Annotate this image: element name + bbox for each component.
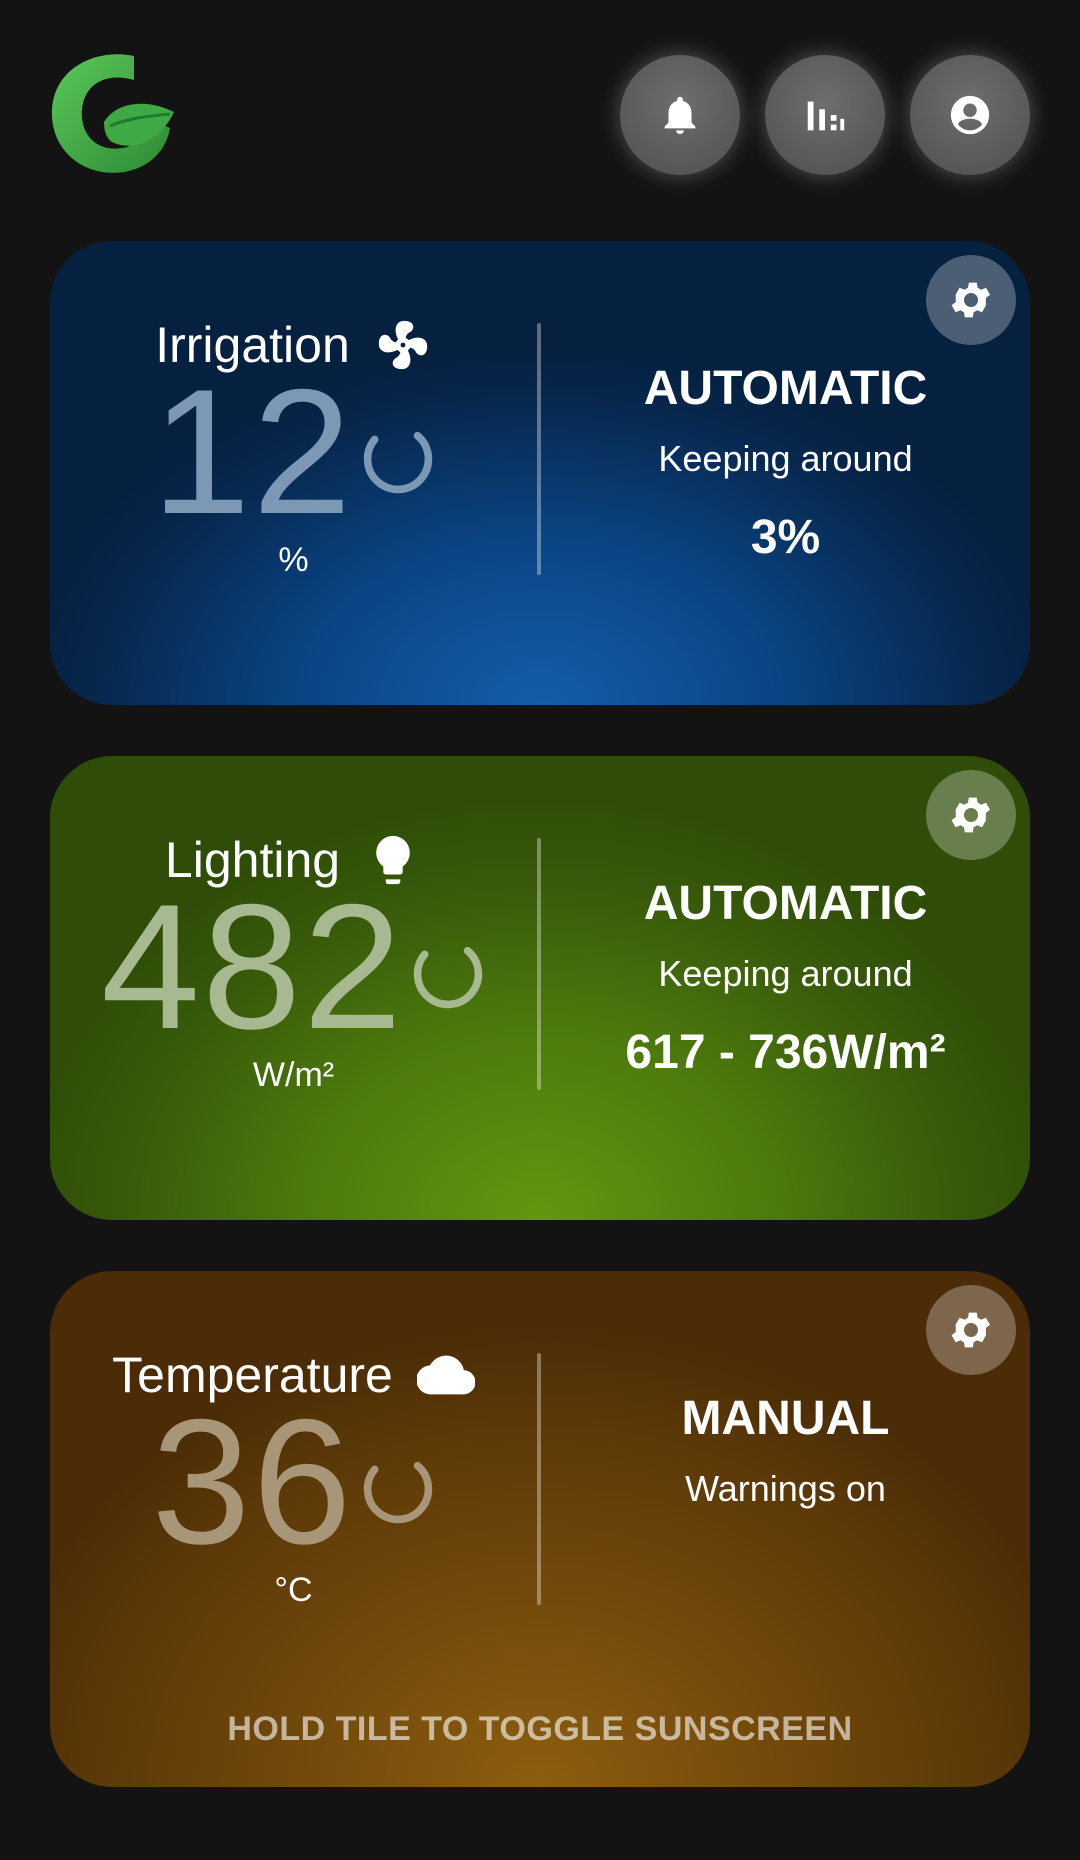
- lighting-tile[interactable]: Lighting 482 W/m² AUTOMATIC Keeping arou…: [50, 756, 1030, 1220]
- loading-spinner-icon: [363, 1461, 432, 1524]
- notifications-button[interactable]: [620, 55, 740, 175]
- loading-spinner-icon: [413, 946, 483, 1009]
- lighting-settings-button[interactable]: [926, 770, 1016, 860]
- temperature-settings-button[interactable]: [926, 1285, 1016, 1375]
- sunscreen-hint: HOLD TILE TO TOGGLE SUNSCREEN: [227, 1710, 853, 1748]
- temperature-unit: °C: [274, 1571, 313, 1609]
- irrigation-mode: AUTOMATIC: [643, 362, 928, 415]
- irrigation-target: 3%: [750, 511, 821, 564]
- temperature-mode: MANUAL: [681, 1392, 890, 1445]
- fan-icon: [378, 320, 427, 370]
- bar-chart-icon: [807, 101, 845, 131]
- irrigation-unit: %: [278, 541, 309, 579]
- lighting-mode-subtitle: Keeping around: [658, 953, 913, 994]
- irrigation-mode-panel: AUTOMATIC Keeping around 3%: [541, 361, 1030, 565]
- irrigation-reading: Irrigation 12 %: [50, 313, 537, 580]
- temperature-tile[interactable]: Temperature 36 °C MANUAL Warnings on HOL…: [50, 1271, 1030, 1787]
- irrigation-value: 12: [151, 352, 354, 551]
- gear-icon: [951, 282, 990, 318]
- loading-spinner-icon: [363, 431, 432, 494]
- cloud-icon: [416, 1355, 475, 1395]
- lighting-value: 482: [101, 867, 404, 1066]
- lighting-target: 617 - 736W/m²: [625, 1026, 946, 1079]
- irrigation-settings-button[interactable]: [926, 255, 1016, 345]
- irrigation-mode-subtitle: Keeping around: [658, 438, 913, 479]
- app-logo: [51, 54, 174, 173]
- account-icon: [950, 95, 990, 135]
- gear-icon: [951, 1312, 990, 1348]
- irrigation-tile[interactable]: Irrigation 12 % AUTOMATIC Keeping around…: [50, 241, 1030, 705]
- statistics-button[interactable]: [765, 55, 885, 175]
- temperature-value: 36: [151, 1382, 354, 1581]
- lighting-mode-panel: AUTOMATIC Keeping around 617 - 736W/m²: [541, 876, 1030, 1080]
- bell-icon: [664, 96, 696, 135]
- lighting-reading: Lighting 482 W/m²: [50, 828, 537, 1095]
- temperature-mode-subtitle: Warnings on: [685, 1468, 886, 1509]
- temperature-reading: Temperature 36 °C: [50, 1343, 537, 1610]
- temperature-mode-panel: MANUAL Warnings on: [541, 1391, 1030, 1510]
- lighting-mode: AUTOMATIC: [643, 877, 928, 930]
- gear-icon: [951, 797, 990, 833]
- profile-button[interactable]: [910, 55, 1030, 175]
